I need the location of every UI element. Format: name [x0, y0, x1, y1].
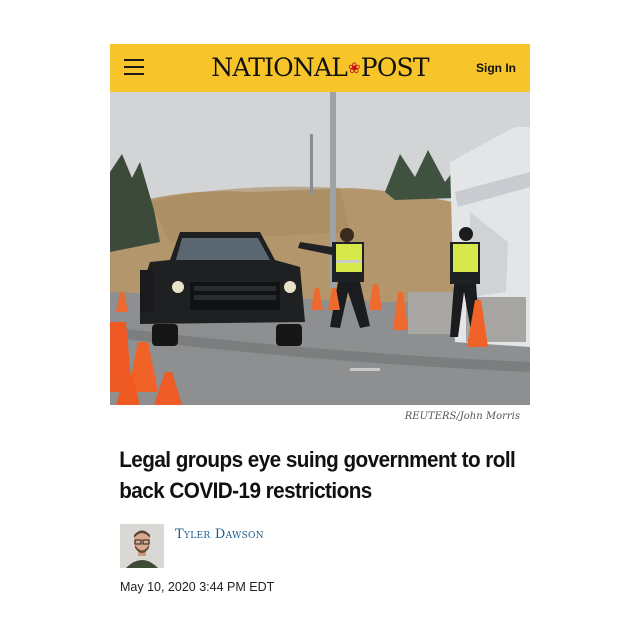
- author-name-link[interactable]: Tyler Dawson: [175, 527, 264, 542]
- article-photo: [110, 92, 530, 405]
- logo-text-left: NATIONAL: [211, 53, 348, 82]
- article-headline[interactable]: Legal groups eye suing government to rol…: [110, 444, 533, 506]
- author-avatar[interactable]: [120, 524, 164, 568]
- logo-text-right: POST: [360, 53, 430, 82]
- site-logo[interactable]: NATIONAL❀POST: [110, 54, 530, 82]
- article-card: NATIONAL❀POST Sign In REUTERS/John Morri…: [110, 44, 530, 594]
- publish-date: May 10, 2020 3:44 PM EDT: [120, 580, 275, 594]
- sign-in-link[interactable]: Sign In: [476, 61, 516, 75]
- maple-leaf-icon: ❀: [348, 59, 361, 77]
- photo-credit: REUTERS/John Morris: [404, 411, 520, 422]
- author-byline: Tyler Dawson: [110, 524, 530, 568]
- site-header: NATIONAL❀POST Sign In: [110, 44, 530, 92]
